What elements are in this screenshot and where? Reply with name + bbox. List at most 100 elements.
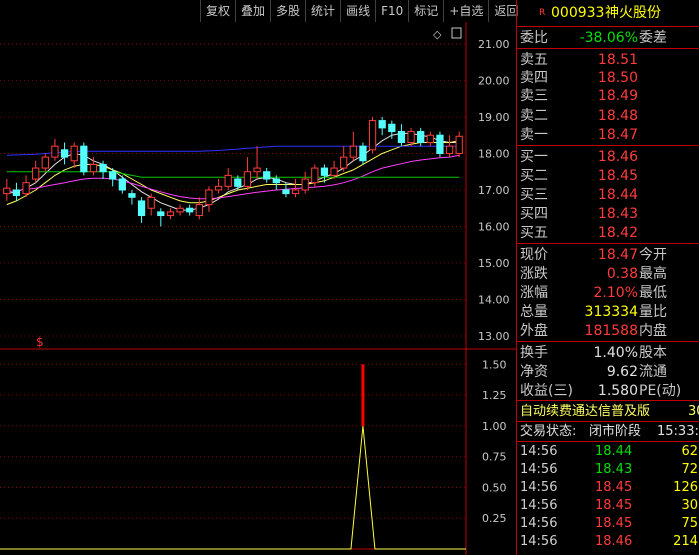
ask-label: 卖四 [520, 70, 548, 86]
weicha-label: 委差 [639, 30, 667, 46]
fund-value: 1.580 [597, 383, 638, 399]
stock-marker: R [539, 8, 546, 18]
ma-line [6, 171, 460, 178]
candle-body [128, 193, 136, 198]
quote-label2: 内盘 [639, 323, 667, 339]
candle-body [41, 156, 49, 169]
quote-row: 现价 18.47 今开 [517, 246, 699, 264]
toolbar: 复权 叠加 多股 统计 画线 F10 标记 +自选 返回 [200, 0, 523, 22]
divider [517, 145, 699, 146]
candle-body [417, 131, 425, 144]
bid-row[interactable]: 买四 18.43 [517, 205, 699, 223]
tick-volume: 30 [681, 498, 698, 513]
candle-body [137, 200, 146, 217]
candle-body [455, 135, 463, 154]
overlay-button[interactable]: 叠加 [235, 0, 270, 22]
quote-panel: R 000933 神火股份 委比 -38.06% 委差 卖五 18.51 卖四 18… [516, 0, 699, 555]
candle-body [263, 171, 271, 180]
candle-body [176, 207, 184, 213]
fund-label: 收益(三) [520, 383, 573, 399]
ask-price: 18.50 [597, 70, 638, 86]
trade-status-time: 15:33: [657, 424, 699, 439]
candle-body [195, 204, 203, 217]
ask-row[interactable]: 卖一 18.47 [517, 126, 699, 144]
tick-volume: 75 [681, 516, 698, 531]
candle-body [311, 167, 319, 184]
indicator-tick-label: 1.00 [482, 420, 507, 433]
candle-body [359, 145, 367, 162]
f10-button[interactable]: F10 [375, 0, 408, 22]
divider [517, 400, 699, 401]
candle-body [426, 134, 434, 144]
bid-row[interactable]: 买二 18.45 [517, 167, 699, 185]
ask-row[interactable]: 卖五 18.51 [517, 51, 699, 69]
diamond-icon[interactable]: ◇ [433, 28, 442, 41]
tick-volume: 72 [681, 462, 698, 477]
candle-body [407, 131, 415, 144]
candle-body [3, 187, 11, 195]
tick-price: 18.45 [595, 516, 633, 531]
tick-time: 14:56 [520, 480, 558, 495]
indicator-axis-labels: 1.50 1.25 1.00 0.75 0.50 0.25 [0, 358, 507, 525]
quote-row: 外盘 181588 内盘 [517, 322, 699, 340]
price-tick-label: 20.00 [478, 74, 510, 87]
draw-line-button[interactable]: 画线 [340, 0, 375, 22]
ask-row[interactable]: 卖二 18.48 [517, 107, 699, 125]
mark-button[interactable]: 标记 [408, 0, 443, 22]
candle-body [80, 145, 88, 173]
ask-label: 卖一 [520, 127, 548, 143]
fund-label2: 流通 [639, 364, 667, 380]
tick-time: 14:56 [520, 534, 558, 549]
kline-chart[interactable]: ◇ 21.00 20.00 19.00 18.00 17.00 16.00 15.00 14.… [0, 22, 516, 555]
ad-row[interactable]: 自动续费通达信普及版 30 [517, 403, 699, 421]
fuquan-button[interactable]: 复权 [200, 0, 235, 22]
candle-body [397, 131, 406, 144]
candle-body [12, 189, 21, 196]
tick-price: 18.43 [595, 462, 633, 477]
candle-body [109, 171, 117, 180]
chart-area[interactable]: ◇ 21.00 20.00 19.00 18.00 17.00 16.00 15.00 14.… [0, 22, 516, 555]
ad-number: 30 [688, 404, 699, 419]
divider [517, 421, 699, 422]
indicator-tick-label: 1.25 [482, 389, 507, 402]
statistics-button[interactable]: 统计 [305, 0, 340, 22]
tick-time: 14:56 [520, 498, 558, 513]
bid-row[interactable]: 买五 18.42 [517, 224, 699, 242]
candle-body [378, 120, 386, 129]
candle-body [234, 178, 242, 187]
divider [517, 48, 699, 49]
price-tick-label: 16.00 [478, 220, 510, 233]
quote-value: 181588 [584, 323, 638, 339]
fund-label: 净资 [520, 364, 548, 380]
candle-body [388, 123, 396, 133]
trade-status-value: 闭市阶段 [589, 424, 642, 439]
chart-marker: $ [36, 335, 44, 349]
ask-row[interactable]: 卖三 18.49 [517, 87, 699, 105]
fund-label2: PE(动) [639, 383, 682, 399]
bid-row[interactable]: 买一 18.46 [517, 148, 699, 166]
tick-row: 14:56 18.44 62 [517, 443, 699, 460]
indicator-tick-label: 0.25 [482, 512, 507, 525]
fund-label: 换手 [520, 345, 548, 361]
divider [517, 243, 699, 244]
divider [517, 26, 699, 27]
candle-body [436, 134, 444, 154]
ad-text[interactable]: 自动续费通达信普及版 [520, 403, 650, 421]
fund-row: 收益(三) 1.580 PE(动) [517, 382, 699, 400]
multi-stock-button[interactable]: 多股 [270, 0, 305, 22]
bid-price: 18.46 [597, 149, 638, 165]
price-tick-label: 14.00 [478, 294, 510, 307]
quote-label: 外盘 [520, 323, 548, 339]
quote-row: 涨幅 2.10% 最低 [517, 284, 699, 302]
fund-value: 9.62 [606, 364, 638, 380]
bid-label: 买二 [520, 168, 548, 184]
add-watchlist-button[interactable]: +自选 [443, 0, 488, 22]
bid-row[interactable]: 买三 18.44 [517, 186, 699, 204]
ask-row[interactable]: 卖四 18.50 [517, 69, 699, 87]
tick-volume: 62 [681, 444, 698, 459]
tick-row: 14:56 18.45 30 [517, 497, 699, 514]
price-tick-label: 17.00 [478, 184, 510, 197]
window-icon[interactable] [451, 27, 462, 39]
fund-row: 净资 9.62 流通 [517, 363, 699, 381]
quote-label: 现价 [520, 247, 548, 263]
